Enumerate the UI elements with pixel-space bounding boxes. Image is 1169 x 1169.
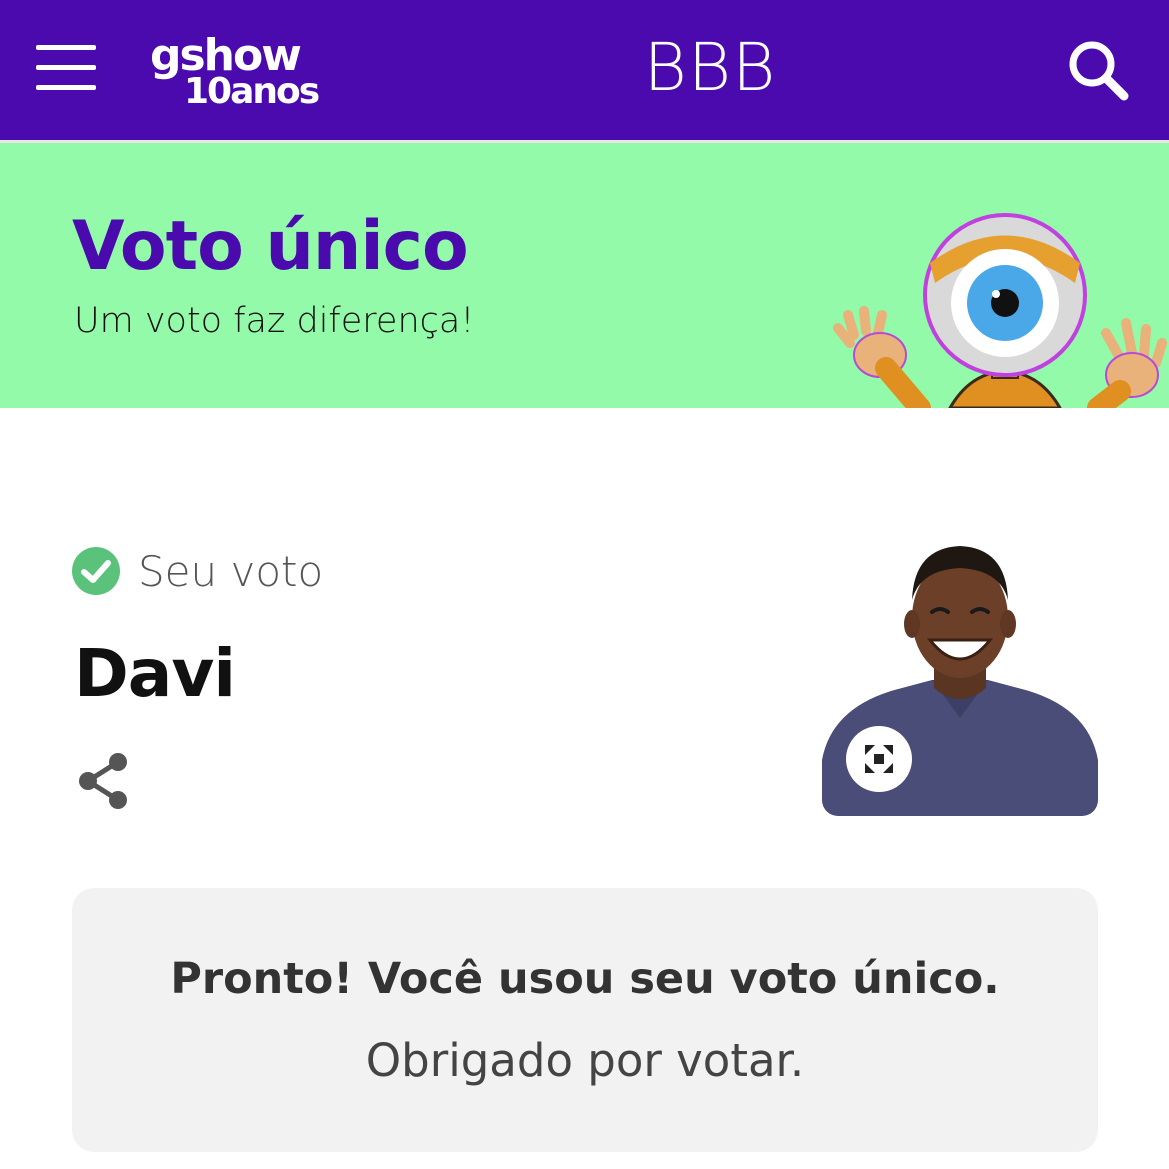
share-button[interactable] — [74, 750, 132, 812]
hamburger-menu-icon-line — [36, 85, 96, 90]
expand-icon — [865, 745, 893, 773]
menu-button[interactable] — [30, 38, 102, 94]
confirmation-title: Pronto! Você usou seu voto único. — [170, 954, 1000, 1004]
voto-unico-banner: Voto único Um voto faz diferença! — [0, 143, 1169, 408]
share-icon — [79, 753, 127, 809]
confirmation-message: Obrigado por votar. — [365, 1034, 805, 1087]
banner-subtitle: Um voto faz diferença! — [74, 301, 475, 341]
hamburger-menu-icon-line — [36, 65, 96, 70]
expand-photo-button[interactable] — [846, 726, 912, 792]
mascot-right-hand — [1087, 318, 1167, 408]
candidate-name: Davi — [74, 635, 236, 712]
search-button[interactable] — [1062, 34, 1134, 106]
bbb-eye-mascot-icon — [833, 213, 1167, 408]
top-header: gshow 10anos BBB — [0, 0, 1169, 140]
vote-confirmation-card: Pronto! Você usou seu voto único. Obriga… — [72, 888, 1098, 1152]
banner-title: Voto único — [72, 207, 469, 286]
check-circle-icon — [72, 547, 120, 595]
gshow-logo[interactable]: gshow 10anos — [150, 32, 340, 108]
search-icon — [1069, 41, 1129, 101]
vote-status-label: Seu voto — [138, 547, 324, 596]
logo-subtext: 10anos — [184, 71, 319, 108]
mascot-left-hand — [833, 306, 931, 408]
hamburger-menu-icon-line — [36, 45, 96, 50]
page-section-title: BBB — [643, 29, 777, 106]
